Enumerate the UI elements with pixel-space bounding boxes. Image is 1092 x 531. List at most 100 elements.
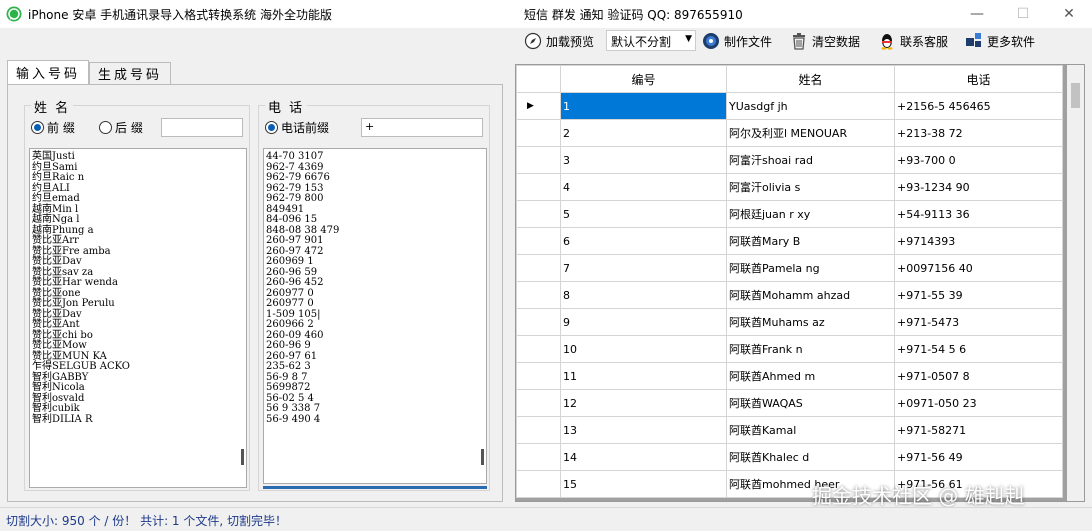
tab-generate-numbers[interactable]: 生成号码 bbox=[89, 62, 172, 84]
cell-phone[interactable]: +0971-050 23 bbox=[894, 389, 1063, 417]
table-row[interactable]: ▶ 1 YUasdgf jh +2156-5 456465 bbox=[516, 92, 1063, 120]
table-row[interactable]: 14 阿联酋Khalec d +971-56 49 bbox=[516, 443, 1063, 471]
cell-name[interactable]: 阿联酋Ahmed m bbox=[726, 362, 895, 390]
row-header[interactable] bbox=[516, 470, 561, 498]
cell-number[interactable]: 1 bbox=[560, 92, 727, 120]
cell-number[interactable]: 14 bbox=[560, 443, 727, 471]
cell-phone[interactable]: +0097156 40 bbox=[894, 254, 1063, 282]
cell-phone[interactable]: +971-55 39 bbox=[894, 281, 1063, 309]
table-row[interactable]: 12 阿联酋WAQAS +0971-050 23 bbox=[516, 389, 1063, 417]
close-button[interactable]: ✕ bbox=[1046, 0, 1092, 28]
table-row[interactable]: 6 阿联酋Mary B +9714393 bbox=[516, 227, 1063, 255]
row-header[interactable] bbox=[516, 416, 561, 444]
table-row[interactable]: 11 阿联酋Ahmed m +971-0507 8 bbox=[516, 362, 1063, 390]
current-row-indicator[interactable]: ▶ bbox=[516, 92, 561, 120]
column-header-phone[interactable]: 电话 bbox=[894, 65, 1063, 93]
table-row[interactable]: 13 阿联酋Kamal +971-58271 bbox=[516, 416, 1063, 444]
cell-name[interactable]: 阿联酋Khalec d bbox=[726, 443, 895, 471]
cell-number[interactable]: 9 bbox=[560, 308, 727, 336]
make-file-button[interactable]: 制作文件 bbox=[702, 30, 772, 52]
table-row[interactable]: 2 阿尔及利亚l MENOUAR +213-38 72 bbox=[516, 119, 1063, 147]
contact-service-label: 联系客服 bbox=[900, 34, 949, 49]
cell-number[interactable]: 5 bbox=[560, 200, 727, 228]
cell-name[interactable]: 阿联酋Muhams az bbox=[726, 308, 895, 336]
row-header[interactable] bbox=[516, 200, 561, 228]
cell-phone[interactable]: +971-5473 bbox=[894, 308, 1063, 336]
names-scroll-thumb[interactable] bbox=[241, 449, 244, 465]
cell-number[interactable]: 10 bbox=[560, 335, 727, 363]
phone-line: 260-96 452 bbox=[266, 277, 324, 288]
load-preview-button[interactable]: 加载预览 bbox=[524, 30, 594, 52]
cell-number[interactable]: 12 bbox=[560, 389, 727, 417]
table-row[interactable]: 10 阿联酋Frank n +971-54 5 6 bbox=[516, 335, 1063, 363]
maximize-button[interactable]: ☐ bbox=[1000, 0, 1046, 28]
row-header[interactable] bbox=[516, 119, 561, 147]
names-textarea[interactable]: 英国Justi 约旦Sami 约旦Raic n 约旦ALI 约旦emad 越南Min l越… bbox=[29, 148, 247, 488]
cell-number[interactable]: 6 bbox=[560, 227, 727, 255]
table-row[interactable]: 4 阿富汗olivia s +93-1234 90 bbox=[516, 173, 1063, 201]
row-header[interactable] bbox=[516, 362, 561, 390]
row-header[interactable] bbox=[516, 173, 561, 201]
cell-phone[interactable]: +9714393 bbox=[894, 227, 1063, 255]
table-row[interactable]: 3 阿富汗shoai rad +93-700 0 bbox=[516, 146, 1063, 174]
row-header[interactable] bbox=[516, 443, 561, 471]
cell-phone[interactable]: +971-58271 bbox=[894, 416, 1063, 444]
row-header[interactable] bbox=[516, 308, 561, 336]
cell-number[interactable]: 3 bbox=[560, 146, 727, 174]
grid-scrollbar[interactable] bbox=[1067, 65, 1084, 501]
minimize-button[interactable]: — bbox=[954, 0, 1000, 28]
cell-phone[interactable]: +93-1234 90 bbox=[894, 173, 1063, 201]
cell-number[interactable]: 13 bbox=[560, 416, 727, 444]
more-software-button[interactable]: 更多软件 bbox=[965, 30, 1035, 52]
cell-name[interactable]: 阿尔及利亚l MENOUAR bbox=[726, 119, 895, 147]
row-header[interactable] bbox=[516, 254, 561, 282]
cell-phone[interactable]: +2156-5 456465 bbox=[894, 92, 1063, 120]
cell-name[interactable]: 阿联酋Mary B bbox=[726, 227, 895, 255]
cell-number[interactable]: 15 bbox=[560, 470, 727, 498]
row-header[interactable] bbox=[516, 146, 561, 174]
table-row[interactable]: 9 阿联酋Muhams az +971-5473 bbox=[516, 308, 1063, 336]
cell-name[interactable]: 阿联酋Kamal bbox=[726, 416, 895, 444]
cell-number[interactable]: 11 bbox=[560, 362, 727, 390]
cell-name[interactable]: 阿富汗olivia s bbox=[726, 173, 895, 201]
cell-phone[interactable]: +93-700 0 bbox=[894, 146, 1063, 174]
grid-scroll-thumb[interactable] bbox=[1071, 83, 1080, 108]
name-prefix-radio[interactable]: 前 缀 bbox=[31, 119, 75, 136]
cell-name[interactable]: 阿联酋Pamela ng bbox=[726, 254, 895, 282]
cell-name[interactable]: 阿根廷juan r xy bbox=[726, 200, 895, 228]
suffix-input[interactable] bbox=[161, 118, 243, 137]
row-header[interactable] bbox=[516, 281, 561, 309]
row-header[interactable] bbox=[516, 227, 561, 255]
cell-phone[interactable]: +971-56 49 bbox=[894, 443, 1063, 471]
cell-phone[interactable]: +971-0507 8 bbox=[894, 362, 1063, 390]
phone-prefix-input[interactable]: + bbox=[361, 118, 483, 137]
cell-number[interactable]: 8 bbox=[560, 281, 727, 309]
phone-prefix-radio[interactable]: 电话前缀 bbox=[265, 119, 329, 136]
phones-scroll-thumb[interactable] bbox=[481, 449, 484, 465]
data-grid[interactable]: 编号 姓名 电话 ▶ 1 YUasdgf jh +2156-5 456465 2 阿尔及利… bbox=[515, 64, 1085, 502]
table-row[interactable]: 5 阿根廷juan r xy +54-9113 36 bbox=[516, 200, 1063, 228]
row-header[interactable] bbox=[516, 389, 561, 417]
table-row[interactable]: 7 阿联酋Pamela ng +0097156 40 bbox=[516, 254, 1063, 282]
cell-phone[interactable]: +971-54 5 6 bbox=[894, 335, 1063, 363]
cell-number[interactable]: 7 bbox=[560, 254, 727, 282]
contact-service-button[interactable]: 联系客服 bbox=[878, 30, 948, 52]
tab-input-numbers[interactable]: 输入号码 bbox=[7, 60, 90, 84]
row-header[interactable] bbox=[516, 335, 561, 363]
phones-textarea[interactable]: 44-70 3107 962-7 4369 962-79 6676 962-79 15… bbox=[263, 148, 487, 484]
table-row[interactable]: 8 阿联酋Mohamm ahzad +971-55 39 bbox=[516, 281, 1063, 309]
cell-name[interactable]: 阿联酋WAQAS bbox=[726, 389, 895, 417]
name-suffix-radio[interactable]: 后 缀 bbox=[99, 119, 143, 136]
clear-data-button[interactable]: 清空数据 bbox=[790, 30, 860, 52]
cell-number[interactable]: 2 bbox=[560, 119, 727, 147]
cell-number[interactable]: 4 bbox=[560, 173, 727, 201]
cell-name[interactable]: 阿富汗shoai rad bbox=[726, 146, 895, 174]
cell-name[interactable]: YUasdgf jh bbox=[726, 92, 895, 120]
cell-name[interactable]: 阿联酋Mohamm ahzad bbox=[726, 281, 895, 309]
cell-phone[interactable]: +213-38 72 bbox=[894, 119, 1063, 147]
split-mode-select[interactable]: 默认不分割 ▼ bbox=[606, 30, 696, 51]
cell-phone[interactable]: +54-9113 36 bbox=[894, 200, 1063, 228]
cell-name[interactable]: 阿联酋Frank n bbox=[726, 335, 895, 363]
column-header-name[interactable]: 姓名 bbox=[726, 65, 895, 93]
column-header-number[interactable]: 编号 bbox=[560, 65, 727, 93]
